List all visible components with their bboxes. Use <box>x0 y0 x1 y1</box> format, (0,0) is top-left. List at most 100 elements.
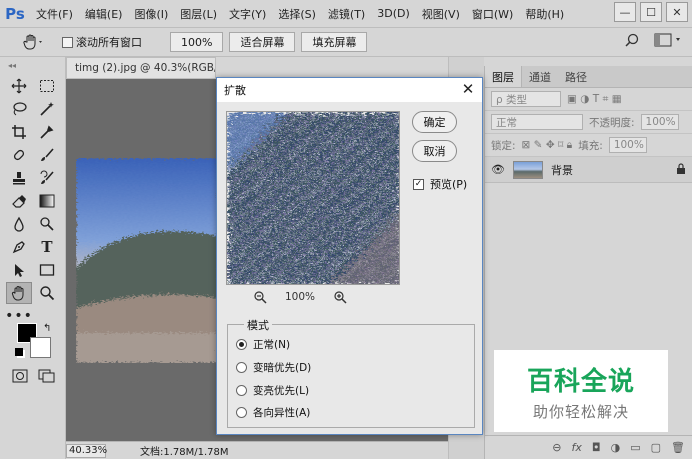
zoom-in-icon[interactable] <box>333 290 347 304</box>
add-mask-icon[interactable]: ◘ <box>592 441 601 454</box>
new-layer-icon[interactable]: ▢ <box>651 441 661 454</box>
crop-tool-icon[interactable] <box>6 121 32 143</box>
mode-radio-anisotropic[interactable] <box>236 407 247 418</box>
lock-icon <box>676 162 686 177</box>
fill-field[interactable]: 100% <box>608 137 647 153</box>
mode-radio-darken[interactable] <box>236 362 247 373</box>
menu-image[interactable]: 图像(I) <box>128 6 174 22</box>
menu-help[interactable]: 帮助(H) <box>519 6 570 22</box>
fit-screen-button[interactable]: 适合屏幕 <box>229 32 296 52</box>
mode-option-darken[interactable]: 变暗优先(D) <box>236 360 311 375</box>
dodge-icon[interactable] <box>34 213 60 235</box>
menu-3d[interactable]: 3D(D) <box>371 7 416 20</box>
background-color-swatch[interactable] <box>30 337 51 358</box>
preview-zoom-controls: 100% <box>253 290 347 304</box>
type-tool-icon[interactable]: T <box>34 236 60 258</box>
layer-row-background[interactable]: 👁︎ 背景 <box>485 157 692 183</box>
quick-mask-icon[interactable] <box>12 369 28 386</box>
layers-panel-tabs: 图层 通道 路径 <box>485 66 692 88</box>
mode-radio-normal[interactable] <box>236 339 247 350</box>
dialog-title: 扩散 <box>224 84 246 97</box>
menu-type[interactable]: 文字(Y) <box>223 6 272 22</box>
fx-icon[interactable]: fx <box>572 441 582 454</box>
eyedropper-icon[interactable] <box>34 121 60 143</box>
menu-layer[interactable]: 图层(L) <box>174 6 223 22</box>
lock-row: 锁定: ⊠ ✎ ✥ ⌑ 🔒︎ 填充: 100% <box>485 134 692 157</box>
eraser-icon[interactable] <box>6 190 32 212</box>
minimize-button[interactable]: — <box>614 2 636 22</box>
healing-brush-icon[interactable] <box>6 144 32 166</box>
menu-edit[interactable]: 编辑(E) <box>79 6 129 22</box>
lasso-tool-icon[interactable] <box>6 98 32 120</box>
filter-preview[interactable] <box>226 111 400 285</box>
tool-grid: T ••• <box>5 75 60 327</box>
mode-radio-lighten[interactable] <box>236 385 247 396</box>
menu-filter[interactable]: 滤镜(T) <box>322 6 371 22</box>
zoom-tool-icon[interactable] <box>34 282 60 304</box>
mode-option-anisotropic[interactable]: 各向异性(A) <box>236 405 310 420</box>
hand-tool-icon[interactable] <box>6 282 32 304</box>
opacity-label: 不透明度: <box>589 116 635 129</box>
default-colors-icon[interactable] <box>15 348 23 356</box>
eye-icon[interactable]: 👁︎ <box>491 163 505 176</box>
brush-tool-icon[interactable] <box>34 144 60 166</box>
cancel-button[interactable]: 取消 <box>412 140 457 162</box>
pen-tool-icon[interactable] <box>6 236 32 258</box>
adjustment-icon[interactable]: ◑ <box>611 441 621 454</box>
path-select-icon[interactable] <box>6 259 32 281</box>
history-brush-icon[interactable] <box>34 167 60 189</box>
swap-colors-icon[interactable]: ↰ <box>43 323 51 334</box>
trash-icon[interactable]: 🗑︎ <box>671 441 685 454</box>
screen-mode-icon[interactable] <box>38 369 56 386</box>
stamp-tool-icon[interactable] <box>6 167 32 189</box>
document-tab[interactable]: timg (2).jpg @ 40.3%(RGB/8#) * <box>66 57 216 79</box>
mode-option-normal[interactable]: 正常(N) <box>236 337 290 352</box>
ok-button[interactable]: 确定 <box>412 111 457 133</box>
magic-wand-icon[interactable] <box>34 98 60 120</box>
marquee-tool-icon[interactable] <box>34 75 60 97</box>
tab-layers[interactable]: 图层 <box>485 66 522 87</box>
fill-screen-button[interactable]: 填充屏幕 <box>301 32 368 52</box>
zoom-status[interactable]: 40.33% <box>66 443 107 458</box>
menu-select[interactable]: 选择(S) <box>272 6 322 22</box>
workspace-icon[interactable] <box>654 32 684 48</box>
maximize-button[interactable]: ☐ <box>640 2 662 22</box>
panel-collapse-arrows[interactable]: ◂◂ <box>8 61 16 70</box>
scroll-all-checkbox[interactable] <box>62 36 73 48</box>
watermark: 百科全说 助你轻松解决 <box>494 350 668 432</box>
mode-group: 模式 正常(N) 变暗优先(D) 变亮优先(L) 各向异性(A) <box>227 317 475 428</box>
opacity-field[interactable]: 100% <box>640 114 679 130</box>
blend-mode-select[interactable]: 正常 <box>491 114 583 130</box>
lock-icons[interactable]: ⊠ ✎ ✥ ⌑ 🔒︎ <box>522 139 573 152</box>
hand-tool-preset[interactable] <box>18 31 48 53</box>
close-window-button[interactable]: ✕ <box>666 2 688 22</box>
dialog-close-icon[interactable]: ✕ <box>460 80 476 98</box>
watermark-title: 百科全说 <box>526 366 635 397</box>
blur-icon[interactable] <box>6 213 32 235</box>
tab-channels[interactable]: 通道 <box>522 66 558 87</box>
filter-kind-select[interactable]: ρ 类型 <box>491 91 561 107</box>
zoom-100-button[interactable]: 100% <box>170 32 224 52</box>
layer-filter-row: ρ 类型 ▣ ◑ T ⌗ ▦ <box>485 88 692 111</box>
shape-tool-icon[interactable] <box>34 259 60 281</box>
dialog-titlebar[interactable]: 扩散 <box>217 78 482 102</box>
link-layers-icon[interactable]: ⊖ <box>552 441 561 454</box>
menu-window[interactable]: 窗口(W) <box>466 6 519 22</box>
search-icon[interactable] <box>624 32 640 48</box>
preview-option[interactable]: ✓ 预览(P) <box>413 176 467 192</box>
menu-view[interactable]: 视图(V) <box>416 6 466 22</box>
filter-icons: ▣ ◑ T ⌗ ▦ <box>567 92 622 105</box>
move-tool-icon[interactable] <box>6 75 32 97</box>
tab-paths[interactable]: 路径 <box>558 66 594 87</box>
zoom-out-icon[interactable] <box>253 290 267 304</box>
mode-legend: 模式 <box>244 317 272 333</box>
scroll-all-windows-option[interactable]: 滚动所有窗口 <box>62 34 142 50</box>
mode-option-lighten[interactable]: 变亮优先(L) <box>236 383 309 398</box>
mode-label-lighten: 变亮优先(L) <box>253 385 310 397</box>
group-icon[interactable]: ▭ <box>630 441 640 454</box>
preview-checkbox[interactable]: ✓ <box>413 178 424 190</box>
menu-file[interactable]: 文件(F) <box>30 6 79 22</box>
mode-label-normal: 正常(N) <box>253 339 291 351</box>
gradient-icon[interactable] <box>34 190 60 212</box>
preview-zoom-value: 100% <box>285 291 316 303</box>
